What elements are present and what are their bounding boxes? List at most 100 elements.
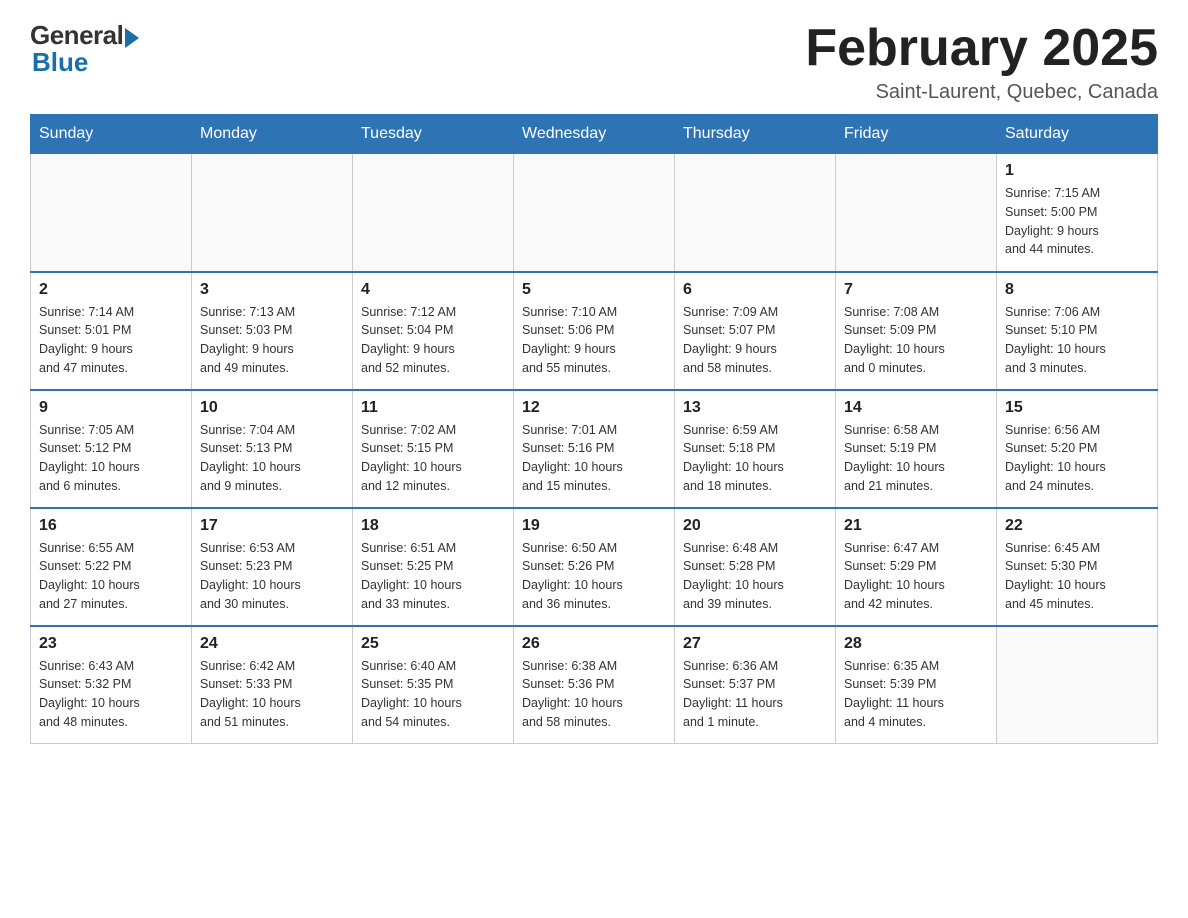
logo-arrow-icon: [125, 28, 139, 48]
day-number: 12: [522, 399, 666, 417]
calendar-day-cell: [997, 626, 1158, 744]
calendar-day-cell: [836, 154, 997, 272]
day-info: Sunrise: 7:01 AMSunset: 5:16 PMDaylight:…: [522, 421, 666, 496]
day-info: Sunrise: 7:08 AMSunset: 5:09 PMDaylight:…: [844, 303, 988, 378]
day-of-week-header: Thursday: [675, 115, 836, 154]
calendar-day-cell: 14 Sunrise: 6:58 AMSunset: 5:19 PMDayligh…: [836, 390, 997, 508]
day-number: 24: [200, 635, 344, 653]
calendar-header-row: SundayMondayTuesdayWednesdayThursdayFrid…: [31, 115, 1158, 154]
calendar-day-cell: 10 Sunrise: 7:04 AMSunset: 5:13 PMDayligh…: [192, 390, 353, 508]
calendar-day-cell: [31, 154, 192, 272]
day-number: 20: [683, 517, 827, 535]
calendar-day-cell: 4 Sunrise: 7:12 AMSunset: 5:04 PMDaylight…: [353, 272, 514, 390]
day-number: 23: [39, 635, 183, 653]
calendar-day-cell: 23Sunrise: 6:43 AMSunset: 5:32 PMDayligh…: [31, 626, 192, 744]
day-info: Sunrise: 7:10 AMSunset: 5:06 PMDaylight:…: [522, 303, 666, 378]
calendar-day-cell: 13Sunrise: 6:59 AMSunset: 5:18 PMDayligh…: [675, 390, 836, 508]
day-info: Sunrise: 7:15 AMSunset: 5:00 PMDaylight:…: [1005, 184, 1149, 259]
day-number: 15: [1005, 399, 1149, 417]
day-info: Sunrise: 7:12 AMSunset: 5:04 PMDaylight:…: [361, 303, 505, 378]
calendar-day-cell: [353, 154, 514, 272]
day-info: Sunrise: 6:40 AMSunset: 5:35 PMDaylight:…: [361, 657, 505, 732]
day-of-week-header: Sunday: [31, 115, 192, 154]
calendar-week-row: 16 Sunrise: 6:55 AMSunset: 5:22 PMDayligh…: [31, 508, 1158, 626]
day-info: Sunrise: 7:13 AMSunset: 5:03 PMDaylight:…: [200, 303, 344, 378]
day-number: 7: [844, 281, 988, 299]
day-number: 8: [1005, 281, 1149, 299]
day-number: 14: [844, 399, 988, 417]
calendar-day-cell: 5 Sunrise: 7:10 AMSunset: 5:06 PMDaylight…: [514, 272, 675, 390]
calendar-day-cell: [675, 154, 836, 272]
day-number: 5: [522, 281, 666, 299]
calendar-day-cell: [192, 154, 353, 272]
calendar-table: SundayMondayTuesdayWednesdayThursdayFrid…: [30, 114, 1158, 744]
day-number: 16: [39, 517, 183, 535]
day-info: Sunrise: 7:05 AMSunset: 5:12 PMDaylight:…: [39, 421, 183, 496]
calendar-day-cell: 24 Sunrise: 6:42 AMSunset: 5:33 PMDayligh…: [192, 626, 353, 744]
calendar-week-row: 1 Sunrise: 7:15 AMSunset: 5:00 PMDaylight…: [31, 154, 1158, 272]
day-number: 6: [683, 281, 827, 299]
calendar-day-cell: 16 Sunrise: 6:55 AMSunset: 5:22 PMDayligh…: [31, 508, 192, 626]
day-number: 4: [361, 281, 505, 299]
calendar-day-cell: 7 Sunrise: 7:08 AMSunset: 5:09 PMDaylight…: [836, 272, 997, 390]
calendar-day-cell: 18 Sunrise: 6:51 AMSunset: 5:25 PMDayligh…: [353, 508, 514, 626]
day-of-week-header: Tuesday: [353, 115, 514, 154]
day-info: Sunrise: 6:58 AMSunset: 5:19 PMDaylight:…: [844, 421, 988, 496]
day-info: Sunrise: 6:55 AMSunset: 5:22 PMDaylight:…: [39, 539, 183, 614]
day-number: 18: [361, 517, 505, 535]
day-info: Sunrise: 6:38 AMSunset: 5:36 PMDaylight:…: [522, 657, 666, 732]
day-number: 27: [683, 635, 827, 653]
calendar-day-cell: 17 Sunrise: 6:53 AMSunset: 5:23 PMDayligh…: [192, 508, 353, 626]
logo-blue-text: Blue: [32, 47, 88, 78]
calendar-week-row: 9Sunrise: 7:05 AMSunset: 5:12 PMDaylight…: [31, 390, 1158, 508]
calendar-day-cell: 27 Sunrise: 6:36 AMSunset: 5:37 PMDayligh…: [675, 626, 836, 744]
day-info: Sunrise: 7:04 AMSunset: 5:13 PMDaylight:…: [200, 421, 344, 496]
day-number: 21: [844, 517, 988, 535]
day-info: Sunrise: 6:59 AMSunset: 5:18 PMDaylight:…: [683, 421, 827, 496]
day-info: Sunrise: 6:36 AMSunset: 5:37 PMDaylight:…: [683, 657, 827, 732]
logo: General Blue: [30, 20, 139, 78]
day-number: 17: [200, 517, 344, 535]
calendar-day-cell: 1 Sunrise: 7:15 AMSunset: 5:00 PMDaylight…: [997, 154, 1158, 272]
day-number: 19: [522, 517, 666, 535]
day-of-week-header: Saturday: [997, 115, 1158, 154]
day-of-week-header: Monday: [192, 115, 353, 154]
day-info: Sunrise: 6:48 AMSunset: 5:28 PMDaylight:…: [683, 539, 827, 614]
calendar-day-cell: 3 Sunrise: 7:13 AMSunset: 5:03 PMDaylight…: [192, 272, 353, 390]
day-info: Sunrise: 7:06 AMSunset: 5:10 PMDaylight:…: [1005, 303, 1149, 378]
title-section: February 2025 Saint-Laurent, Quebec, Can…: [805, 20, 1158, 104]
calendar-day-cell: 2 Sunrise: 7:14 AMSunset: 5:01 PMDaylight…: [31, 272, 192, 390]
calendar-day-cell: 21 Sunrise: 6:47 AMSunset: 5:29 PMDayligh…: [836, 508, 997, 626]
day-number: 22: [1005, 517, 1149, 535]
calendar-week-row: 2 Sunrise: 7:14 AMSunset: 5:01 PMDaylight…: [31, 272, 1158, 390]
day-number: 1: [1005, 162, 1149, 180]
calendar-day-cell: 20 Sunrise: 6:48 AMSunset: 5:28 PMDayligh…: [675, 508, 836, 626]
calendar-day-cell: 28Sunrise: 6:35 AMSunset: 5:39 PMDayligh…: [836, 626, 997, 744]
day-info: Sunrise: 6:47 AMSunset: 5:29 PMDaylight:…: [844, 539, 988, 614]
day-of-week-header: Friday: [836, 115, 997, 154]
day-number: 26: [522, 635, 666, 653]
day-info: Sunrise: 6:56 AMSunset: 5:20 PMDaylight:…: [1005, 421, 1149, 496]
day-number: 10: [200, 399, 344, 417]
day-info: Sunrise: 7:14 AMSunset: 5:01 PMDaylight:…: [39, 303, 183, 378]
calendar-day-cell: 8 Sunrise: 7:06 AMSunset: 5:10 PMDaylight…: [997, 272, 1158, 390]
page-header: General Blue February 2025 Saint-Laurent…: [30, 20, 1158, 104]
day-info: Sunrise: 6:50 AMSunset: 5:26 PMDaylight:…: [522, 539, 666, 614]
month-title: February 2025: [805, 20, 1158, 77]
day-info: Sunrise: 6:42 AMSunset: 5:33 PMDaylight:…: [200, 657, 344, 732]
day-info: Sunrise: 7:02 AMSunset: 5:15 PMDaylight:…: [361, 421, 505, 496]
day-info: Sunrise: 7:09 AMSunset: 5:07 PMDaylight:…: [683, 303, 827, 378]
day-number: 28: [844, 635, 988, 653]
day-of-week-header: Wednesday: [514, 115, 675, 154]
day-info: Sunrise: 6:53 AMSunset: 5:23 PMDaylight:…: [200, 539, 344, 614]
calendar-day-cell: 25Sunrise: 6:40 AMSunset: 5:35 PMDayligh…: [353, 626, 514, 744]
calendar-week-row: 23Sunrise: 6:43 AMSunset: 5:32 PMDayligh…: [31, 626, 1158, 744]
day-info: Sunrise: 6:51 AMSunset: 5:25 PMDaylight:…: [361, 539, 505, 614]
calendar-day-cell: [514, 154, 675, 272]
calendar-day-cell: 15 Sunrise: 6:56 AMSunset: 5:20 PMDayligh…: [997, 390, 1158, 508]
location-text: Saint-Laurent, Quebec, Canada: [805, 81, 1158, 104]
day-number: 3: [200, 281, 344, 299]
calendar-day-cell: 12 Sunrise: 7:01 AMSunset: 5:16 PMDayligh…: [514, 390, 675, 508]
day-number: 2: [39, 281, 183, 299]
calendar-day-cell: 11Sunrise: 7:02 AMSunset: 5:15 PMDayligh…: [353, 390, 514, 508]
